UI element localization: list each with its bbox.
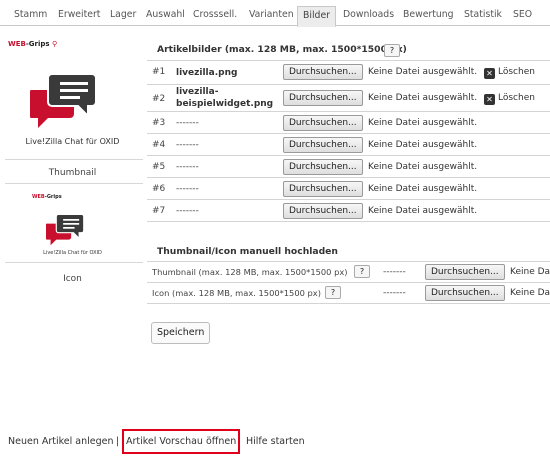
file-status: Keine Da (510, 288, 550, 298)
divider (5, 183, 143, 184)
browse-button[interactable]: Durchsuchen... (283, 203, 363, 219)
browse-button[interactable]: Durchsuchen... (283, 90, 363, 106)
logo-caption-large: Live!Zilla Chat für OXID (25, 137, 120, 146)
tab-stamm[interactable]: Stamm (14, 9, 47, 26)
browse-button[interactable]: Durchsuchen... (283, 115, 363, 131)
file-name: ------- (176, 206, 199, 216)
file-status: Keine Datei ausgewählt. (368, 162, 478, 172)
thumbnail-upload-label: Thumbnail (max. 128 MB, max. 1500*1500 p… (152, 267, 348, 277)
tab-erweitert[interactable]: Erweitert (58, 9, 100, 26)
row-number: #6 (152, 184, 166, 194)
divider (5, 159, 143, 160)
delete-label: Löschen (498, 93, 535, 103)
delete-label: Löschen (498, 67, 535, 77)
tab-varianten[interactable]: Varianten (249, 9, 294, 26)
file-name: livezilla.png (176, 68, 238, 78)
icon-label: Icon (63, 274, 82, 284)
row-number: #3 (152, 118, 166, 128)
file-name: livezilla- beispielwidget.png (176, 87, 274, 109)
tab-downloads[interactable]: Downloads (343, 9, 394, 26)
file-name: ------- (176, 118, 199, 128)
row-number: #7 (152, 206, 166, 216)
image-row: #7 ------- Durchsuchen... Keine Datei au… (147, 200, 550, 222)
row-number: #5 (152, 162, 166, 172)
tab-statistik[interactable]: Statistik (464, 9, 502, 26)
image-row: #2 livezilla- beispielwidget.png Durchsu… (147, 85, 550, 112)
browse-button[interactable]: Durchsuchen... (283, 64, 363, 80)
chat-bubbles-small-icon (44, 213, 85, 246)
brand-web-small: WEB (32, 194, 45, 200)
file-name: ------- (383, 267, 406, 277)
manual-upload-row: Icon (max. 128 MB, max. 1500*1500 px) ? … (147, 283, 550, 304)
file-name: ------- (176, 184, 199, 194)
new-article-link[interactable]: Neuen Artikel anlegen (8, 436, 114, 447)
tab-crosssell[interactable]: Crosssell. (193, 9, 237, 26)
highlight-box (122, 429, 240, 454)
file-status: Keine Datei ausgewählt. (368, 67, 478, 77)
close-icon: ✕ (484, 94, 495, 105)
brand-grips: -Grips (25, 40, 50, 48)
file-status: Keine Datei ausgewählt. (368, 93, 478, 103)
brand-grips-small: -Grips (44, 194, 62, 200)
image-row: #4 ------- Durchsuchen... Keine Datei au… (147, 134, 550, 156)
icon-help-button[interactable]: ? (325, 286, 341, 299)
manual-upload-row: Thumbnail (max. 128 MB, max. 1500*1500 p… (147, 262, 550, 283)
tab-auswahl[interactable]: Auswahl (146, 9, 185, 26)
divider (5, 262, 143, 263)
image-row: #5 ------- Durchsuchen... Keine Datei au… (147, 156, 550, 178)
file-status: Keine Datei ausgewählt. (368, 206, 478, 216)
images-help-button[interactable]: ? (384, 44, 400, 57)
file-name: ------- (176, 140, 199, 150)
file-status: Keine Datei ausgewählt. (368, 118, 478, 128)
save-button[interactable]: Speichern (151, 322, 211, 344)
brand-mark-icon: ⚲ (51, 40, 58, 48)
browse-button[interactable]: Durchsuchen... (425, 264, 505, 280)
brand-logo-small: WEB-Grips (32, 194, 62, 200)
logo-caption-small: Live!Zilla Chat für OXID (43, 250, 102, 256)
row-number: #1 (152, 67, 166, 77)
file-status: Keine Da (510, 267, 550, 277)
help-start-link[interactable]: Hilfe starten (246, 436, 305, 447)
delete-button[interactable]: ✕ Löschen (484, 67, 535, 79)
thumbnail-help-button[interactable]: ? (354, 265, 370, 278)
brand-logo: WEB-Grips ⚲ (8, 40, 57, 48)
image-row: #1 livezilla.png Durchsuchen... Keine Da… (147, 61, 550, 85)
image-row: #3 ------- Durchsuchen... Keine Datei au… (147, 112, 550, 134)
tab-bar: Stamm Erweitert Lager Auswahl Crosssell.… (0, 4, 550, 27)
icon-upload-label: Icon (max. 128 MB, max. 1500*1500 px) (152, 288, 321, 298)
image-row: #6 ------- Durchsuchen... Keine Datei au… (147, 178, 550, 200)
tab-seo[interactable]: SEO (513, 9, 532, 26)
tab-bewertung[interactable]: Bewertung (403, 9, 454, 26)
file-name: ------- (176, 162, 199, 172)
delete-button[interactable]: ✕ Löschen (484, 93, 535, 105)
livezilla-logo-large (28, 72, 100, 134)
browse-button[interactable]: Durchsuchen... (425, 285, 505, 301)
footer-separator: | (116, 436, 120, 447)
browse-button[interactable]: Durchsuchen... (283, 159, 363, 175)
images-section-title: Artikelbilder (max. 128 MB, max. 1500*15… (157, 44, 407, 55)
row-number: #4 (152, 140, 166, 150)
browse-button[interactable]: Durchsuchen... (283, 137, 363, 153)
row-number: #2 (152, 94, 166, 104)
file-status: Keine Datei ausgewählt. (368, 184, 478, 194)
manual-upload-title: Thumbnail/Icon manuell hochladen (157, 246, 338, 257)
tab-bilder[interactable]: Bilder (297, 6, 336, 27)
file-status: Keine Datei ausgewählt. (368, 140, 478, 150)
close-icon: ✕ (484, 68, 495, 79)
file-name: ------- (383, 288, 406, 298)
thumbnail-label: Thumbnail (48, 168, 97, 178)
livezilla-logo-small (44, 213, 86, 249)
chat-bubbles-icon (28, 73, 97, 128)
tab-lager[interactable]: Lager (110, 9, 136, 26)
brand-web: WEB (8, 40, 26, 48)
browse-button[interactable]: Durchsuchen... (283, 181, 363, 197)
